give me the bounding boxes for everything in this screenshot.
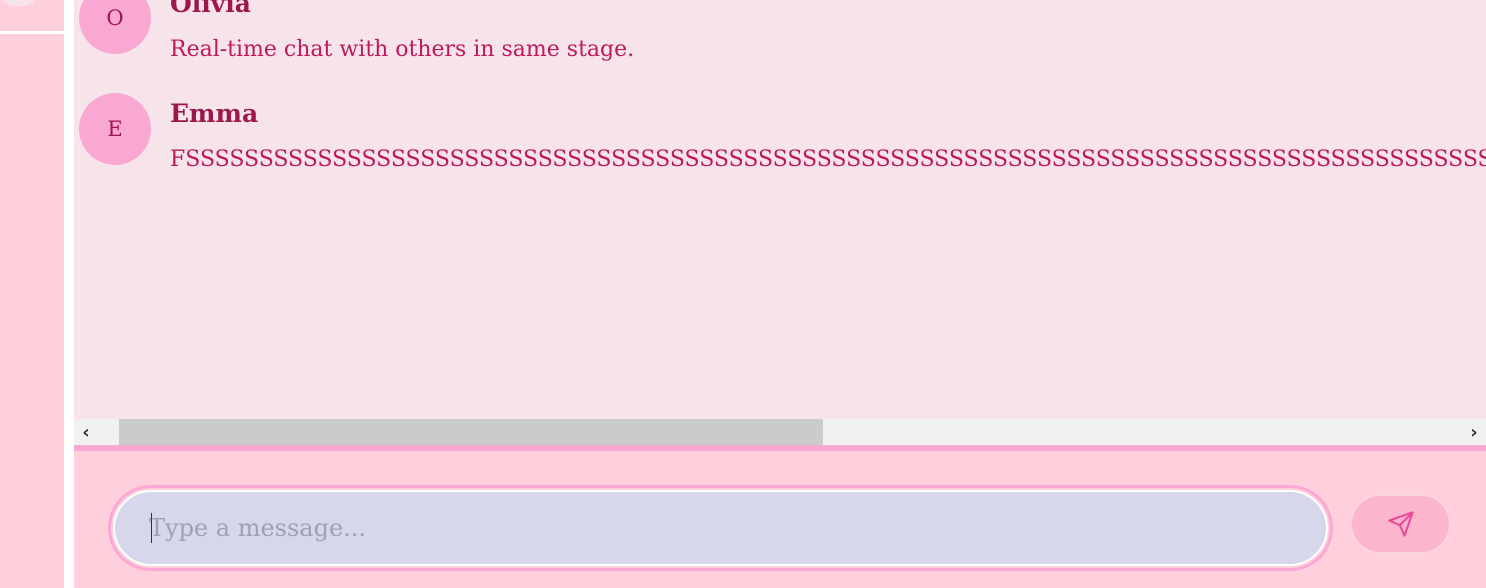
message-text: Real-time chat with others in same stage… [170,37,635,62]
message-input[interactable] [113,490,1328,566]
message-author: Emma [170,99,259,128]
scroll-left-button[interactable]: ‹ [74,419,98,445]
message-input-wrapper [108,485,1333,571]
chat-app: O Olivia Real-time chat with others in s… [0,0,1486,588]
send-button[interactable] [1350,494,1451,554]
sidebar-item[interactable] [0,0,38,6]
send-icon [1387,511,1414,537]
message-list[interactable]: O Olivia Real-time chat with others in s… [74,0,1486,419]
message-composer [74,445,1486,588]
avatar: E [79,93,151,165]
horizontal-scrollbar[interactable]: ‹ › [74,419,1486,445]
avatar: O [79,0,151,54]
sidebar-divider [0,31,64,34]
message-text: FSSSSSSSSSSSSSSSSSSSSSSSSSSSSSSSSSSSSSSS… [170,147,1486,172]
sidebar [0,0,74,588]
avatar-initial: O [106,6,124,30]
message-author: Olivia [170,0,251,18]
avatar-initial: E [107,117,123,141]
scroll-thumb[interactable] [119,419,823,445]
text-caret [151,513,152,543]
scroll-right-button[interactable]: › [1462,419,1486,445]
